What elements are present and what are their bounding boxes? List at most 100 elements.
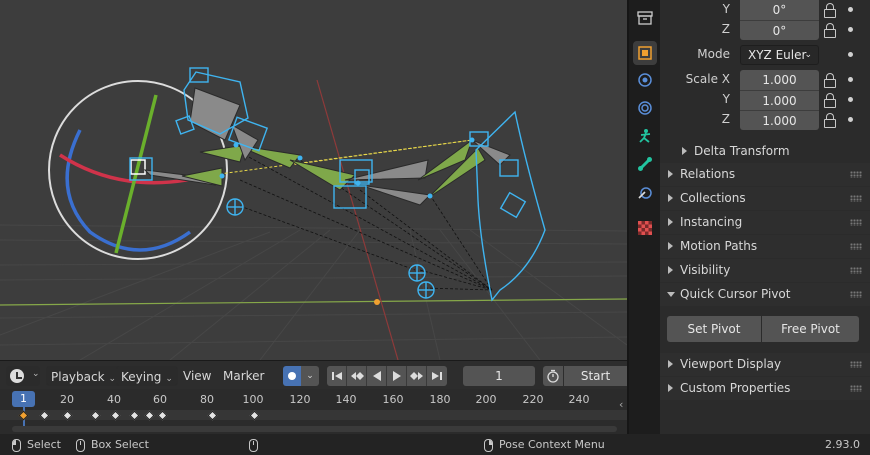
set-pivot-button[interactable]: Set Pivot [667,316,761,342]
tab-object[interactable] [633,41,657,65]
use-preview-range-button[interactable] [543,366,563,386]
status-bar: Select Box Select Pose Context Menu 2.93… [0,434,870,455]
visibility-panel[interactable]: Visibility [660,259,870,282]
relations-panel[interactable]: Relations [660,163,870,186]
jump-end-icon [432,372,442,380]
chevron-left-icon[interactable]: ‹ [619,398,623,411]
start-frame-field[interactable]: Start [564,366,627,386]
keyframe-dot-icon[interactable] [848,77,853,82]
rotation-y-field[interactable]: 0° [740,0,819,20]
lock-icon[interactable] [823,93,836,108]
3d-viewport[interactable] [0,0,627,360]
marker-menu[interactable]: Marker [219,366,268,386]
play-button[interactable] [387,366,407,386]
current-frame-field[interactable]: 1 [463,366,535,386]
collapsed-arrow-icon [668,384,673,392]
rotation-mode-row: Mode XYZ Euler ⌄ [660,45,870,65]
collapsed-arrow-icon [668,242,673,250]
drag-grip-icon[interactable] [850,291,862,298]
viewport-display-panel[interactable]: Viewport Display [660,353,870,376]
playback-label: Playback [51,370,105,384]
properties-panel: Y 0° Z 0° Mode XYZ Euler ⌄ Scale X 1.000 … [660,0,870,434]
lock-icon[interactable] [823,73,836,88]
play-reverse-icon [372,371,381,381]
bone-constraint-icon [638,187,652,199]
delta-transform-label: Delta Transform [694,144,790,158]
lock-icon[interactable] [823,23,836,38]
auto-keying-options[interactable]: ⌄ [301,366,319,386]
frame-tick: 100 [242,393,264,406]
lock-icon[interactable] [823,3,836,18]
tab-constraints-object[interactable] [633,96,657,120]
drag-grip-icon[interactable] [850,243,862,250]
scale-x-row: Scale X 1.000 [660,70,870,90]
collapsed-arrow-icon [668,218,673,226]
jump-start-button[interactable] [327,366,347,386]
keyframe-dot-icon[interactable] [848,27,853,32]
collections-label: Collections [680,191,746,205]
free-pivot-button[interactable]: Free Pivot [762,316,859,342]
scale-y-label: Y [722,92,730,106]
delta-transform-subpanel[interactable]: Delta Transform [660,140,870,162]
tab-tool[interactable] [633,6,657,30]
motion-paths-panel[interactable]: Motion Paths [660,235,870,258]
prev-keyframe-icon [350,372,364,380]
play-reverse-button[interactable] [367,366,387,386]
frame-tick: 140 [335,393,357,406]
mouse-drag-icon [76,438,85,452]
tab-bone[interactable] [633,152,657,176]
drag-grip-icon[interactable] [850,267,862,274]
timeline-editor[interactable]: ⌄ Playback ⌄ Keying ⌄ View Marker ⌄ 1 St… [0,360,627,435]
drag-grip-icon[interactable] [850,385,862,392]
drag-grip-icon[interactable] [850,195,862,202]
frame-tick: 200 [475,393,497,406]
scale-z-field[interactable]: 1.000 [740,110,819,130]
lock-icon[interactable] [823,113,836,128]
timeline-header: ⌄ Playback ⌄ Keying ⌄ View Marker ⌄ 1 St… [0,361,627,389]
keyframe-dot-icon[interactable] [848,117,853,122]
tab-modifiers[interactable] [633,68,657,92]
playback-menu[interactable]: Playback ⌄ [46,366,122,386]
jump-prev-keyframe-button[interactable] [347,366,367,386]
scale-z-row: Z 1.000 [660,110,870,130]
keying-menu[interactable]: Keying ⌄ [116,366,178,386]
instancing-label: Instancing [680,215,743,229]
x-axis-line [0,298,627,306]
status-pose-context-label: Pose Context Menu [499,438,605,451]
drag-grip-icon[interactable] [850,361,862,368]
tab-bone-constraints[interactable] [633,180,657,204]
tab-texture[interactable] [633,216,657,240]
tab-armature-data[interactable] [633,124,657,148]
relations-label: Relations [680,167,736,181]
rotation-mode-select[interactable]: XYZ Euler ⌄ [740,45,819,65]
scale-x-field[interactable]: 1.000 [740,70,819,90]
editor-type-button[interactable]: ⌄ [6,366,40,386]
custom-properties-panel[interactable]: Custom Properties [660,377,870,400]
viewport-scene[interactable] [0,0,627,360]
jump-end-button[interactable] [427,366,447,386]
current-frame-indicator[interactable]: 1 [12,391,35,407]
chevron-down-icon: ⌄ [306,371,314,381]
keying-label: Keying [121,370,162,384]
viewport-display-label: Viewport Display [680,357,782,371]
scale-y-field[interactable]: 1.000 [740,90,819,110]
timeline-track[interactable]: 1 20 40 60 80 100 120 140 160 180 200 22… [0,389,627,435]
clock-icon [10,369,24,383]
jump-next-keyframe-button[interactable] [407,366,427,386]
rotation-z-field[interactable]: 0° [740,20,819,40]
quick-cursor-pivot-panel[interactable]: Quick Cursor Pivot [660,283,870,306]
properties-tab-strip [627,0,660,434]
drag-grip-icon[interactable] [850,171,862,178]
instancing-panel[interactable]: Instancing [660,211,870,234]
timeline-scrollbar[interactable] [12,426,617,432]
auto-keying-button[interactable] [283,366,301,386]
collections-panel[interactable]: Collections [660,187,870,210]
keyframe-dot-icon[interactable] [848,97,853,102]
keyframe-dot-icon[interactable] [848,52,853,57]
mouse-right-icon [484,438,493,452]
collapsed-arrow-icon [668,170,673,178]
drag-grip-icon[interactable] [850,219,862,226]
frame-tick: 220 [522,393,544,406]
keyframe-dot-icon[interactable] [848,7,853,12]
view-menu[interactable]: View [179,366,215,386]
